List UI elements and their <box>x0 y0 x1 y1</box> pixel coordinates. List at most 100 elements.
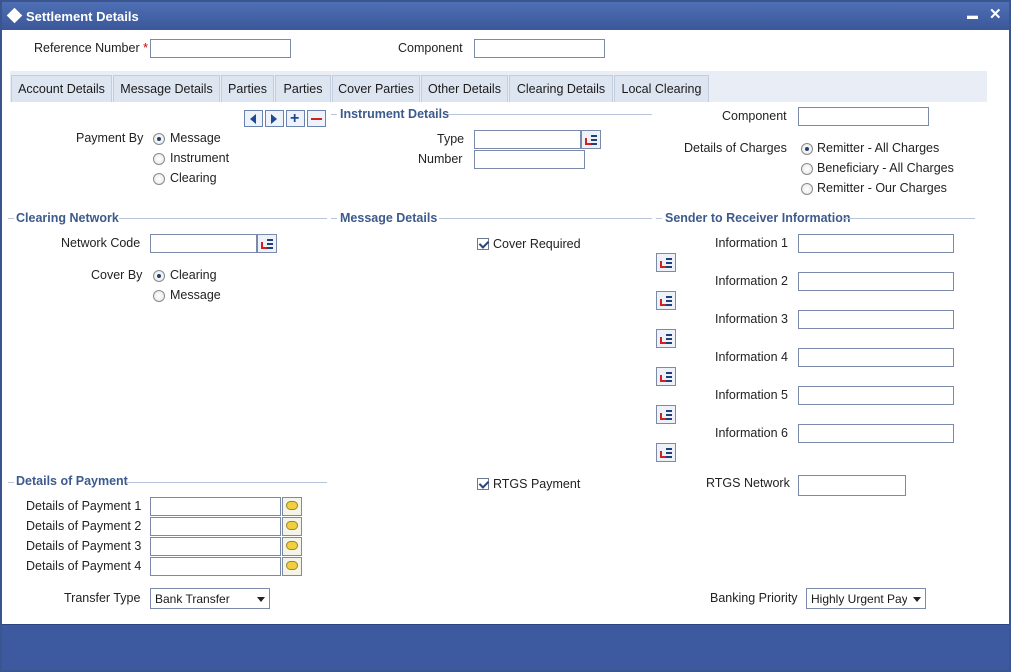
information-4-input[interactable] <box>798 348 954 367</box>
information-4-lov-button[interactable] <box>656 367 676 386</box>
tab-other-details[interactable]: Other Details <box>421 75 508 102</box>
details-of-payment-1-message-button[interactable] <box>282 497 302 516</box>
banking-priority-label: Banking Priority <box>710 591 798 605</box>
rtgs-network-label: RTGS Network <box>706 476 790 490</box>
section-rule <box>656 218 662 219</box>
transfer-type-label: Transfer Type <box>64 591 141 605</box>
section-rule <box>331 114 337 115</box>
details-of-payment-4-label: Details of Payment 4 <box>26 559 142 573</box>
remitter-our-charges-radio[interactable] <box>801 183 813 195</box>
information-1-label: Information 1 <box>715 236 788 250</box>
form-content: Reference Number * Component Account Det… <box>2 30 1009 624</box>
type-input[interactable] <box>474 130 581 149</box>
arrow-left-icon <box>250 114 256 124</box>
information-3-input[interactable] <box>798 310 954 329</box>
information-2-lov-button[interactable] <box>656 291 676 310</box>
charges-component-label: Component <box>722 109 787 123</box>
details-of-payment-3-message-button[interactable] <box>282 537 302 556</box>
minus-icon <box>311 118 322 120</box>
section-rule <box>331 218 337 219</box>
details-of-payment-2-label: Details of Payment 2 <box>26 519 142 533</box>
number-label: Number <box>418 152 463 166</box>
chevron-down-icon <box>913 597 921 602</box>
chevron-down-icon <box>257 597 265 602</box>
details-of-payment-title: Details of Payment <box>16 474 128 488</box>
component-label: Component <box>398 41 463 55</box>
network-code-lov-button[interactable] <box>257 234 277 253</box>
payment-by-label: Payment By <box>76 131 144 145</box>
clearing-network-title: Clearing Network <box>16 211 119 225</box>
required-mark: * <box>143 41 148 55</box>
minimize-button[interactable]: ▬ <box>967 10 978 22</box>
information-5-input[interactable] <box>798 386 954 405</box>
tab-parties-2[interactable]: Parties <box>275 75 331 102</box>
payment-by-instrument-label: Instrument <box>170 151 230 165</box>
details-of-payment-3-input[interactable] <box>150 537 281 556</box>
information-5-lov-button[interactable] <box>656 405 676 424</box>
details-of-payment-2-message-button[interactable] <box>282 517 302 536</box>
information-4-label: Information 4 <box>715 350 788 364</box>
type-lov-button[interactable] <box>581 130 601 149</box>
banking-priority-value: Highly Urgent Pay <box>811 592 907 606</box>
rtgs-payment-label: RTGS Payment <box>493 477 581 491</box>
add-row-button[interactable]: + <box>286 110 305 127</box>
details-of-payment-1-input[interactable] <box>150 497 281 516</box>
number-input[interactable] <box>474 150 585 169</box>
cover-required-label: Cover Required <box>493 237 581 251</box>
beneficiary-all-charges-label: Beneficiary - All Charges <box>817 161 954 175</box>
details-of-payment-4-input[interactable] <box>150 557 281 576</box>
tab-parties-1[interactable]: Parties <box>221 75 274 102</box>
rtgs-payment-checkbox[interactable] <box>477 478 489 490</box>
banking-priority-select[interactable]: Highly Urgent Pay <box>806 588 926 609</box>
cover-required-checkbox[interactable] <box>477 238 489 250</box>
tab-message-details[interactable]: Message Details <box>113 75 220 102</box>
transfer-type-select[interactable]: Bank Transfer <box>150 588 270 609</box>
information-2-input[interactable] <box>798 272 954 291</box>
information-2-label: Information 2 <box>715 274 788 288</box>
details-of-payment-2-input[interactable] <box>150 517 281 536</box>
tab-account-details[interactable]: Account Details <box>11 75 112 102</box>
remitter-all-charges-label: Remitter - All Charges <box>817 141 940 155</box>
payment-by-message-radio[interactable] <box>153 133 165 145</box>
payment-by-clearing-radio[interactable] <box>153 173 165 185</box>
tab-cover-parties[interactable]: Cover Parties <box>332 75 420 102</box>
next-record-button[interactable] <box>265 110 284 127</box>
speech-bubble-icon <box>286 561 298 570</box>
footer-bar <box>2 624 1009 670</box>
details-of-payment-1-label: Details of Payment 1 <box>26 499 142 513</box>
delete-row-button[interactable] <box>307 110 326 127</box>
information-1-lov-button[interactable] <box>656 253 676 272</box>
tab-clearing-details[interactable]: Clearing Details <box>509 75 613 102</box>
reference-number-input[interactable] <box>150 39 291 58</box>
section-rule <box>8 218 14 219</box>
information-6-lov-button[interactable] <box>656 443 676 462</box>
type-label: Type <box>437 132 465 146</box>
instrument-details-title: Instrument Details <box>340 107 450 121</box>
section-rule <box>844 218 975 219</box>
sender-to-receiver-title: Sender to Receiver Information <box>665 211 851 225</box>
close-button[interactable]: ✕ <box>989 5 1002 23</box>
information-3-lov-button[interactable] <box>656 329 676 348</box>
component-input[interactable] <box>474 39 605 58</box>
details-of-payment-3-label: Details of Payment 3 <box>26 539 142 553</box>
remitter-all-charges-radio[interactable] <box>801 143 813 155</box>
rtgs-network-input[interactable] <box>798 475 906 496</box>
charges-component-input[interactable] <box>798 107 929 126</box>
section-rule <box>439 218 652 219</box>
speech-bubble-icon <box>286 501 298 510</box>
cover-by-message-radio[interactable] <box>153 290 165 302</box>
previous-record-button[interactable] <box>244 110 263 127</box>
details-of-payment-4-message-button[interactable] <box>282 557 302 576</box>
network-code-input[interactable] <box>150 234 257 253</box>
title-bar: Settlement Details ▬ ✕ <box>2 2 1009 30</box>
payment-by-instrument-radio[interactable] <box>153 153 165 165</box>
information-6-input[interactable] <box>798 424 954 443</box>
beneficiary-all-charges-radio[interactable] <box>801 163 813 175</box>
tab-local-clearing[interactable]: Local Clearing <box>614 75 709 102</box>
cover-by-clearing-radio[interactable] <box>153 270 165 282</box>
message-details-title: Message Details <box>340 211 438 225</box>
speech-bubble-icon <box>286 541 298 550</box>
window-diamond-icon <box>6 7 23 24</box>
information-1-input[interactable] <box>798 234 954 253</box>
tab-bar: Account Details Message Details Parties … <box>10 71 987 102</box>
